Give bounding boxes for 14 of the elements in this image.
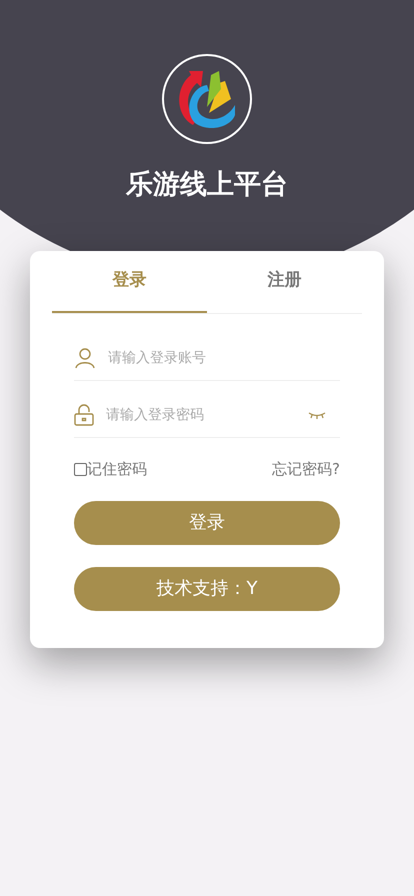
app-title: 乐游线上平台 (126, 171, 288, 198)
remember-checkbox[interactable]: 记住密码 (74, 462, 147, 477)
checkbox[interactable] (74, 462, 87, 476)
tab[interactable]: 注册 (207, 251, 362, 313)
user-icon (74, 347, 96, 369)
forgot-password-link[interactable]: 忘记密码? (272, 458, 340, 480)
logo-icon (161, 53, 253, 145)
tab[interactable]: 登录 (52, 251, 207, 313)
support-button[interactable]: 技术支持：Y (74, 566, 340, 610)
login-button[interactable]: 登录 (74, 500, 340, 544)
closed-eye-icon[interactable] (308, 411, 326, 419)
lock-icon (74, 404, 94, 426)
password-field[interactable]: 请输入登录密码 (106, 404, 308, 426)
account-field[interactable]: 请输入登录账号 (108, 348, 340, 368)
